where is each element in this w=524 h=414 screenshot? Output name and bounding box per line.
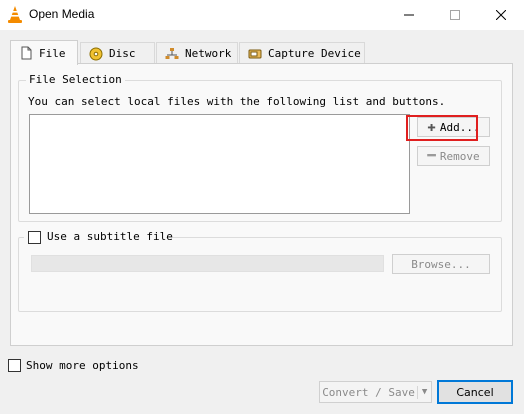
tab-disc[interactable]: Disc xyxy=(80,42,155,64)
convert-save-button[interactable]: Convert / Save ▼ xyxy=(319,381,432,403)
network-icon xyxy=(165,47,179,61)
subtitle-checkbox-label: Use a subtitle file xyxy=(47,230,173,243)
title-bar: Open Media xyxy=(0,0,524,30)
file-icon xyxy=(19,46,33,60)
capture-device-icon xyxy=(248,47,262,61)
file-selection-legend: File Selection xyxy=(26,73,125,86)
tab-file-label: File xyxy=(39,46,66,60)
maximize-button[interactable] xyxy=(432,0,478,30)
minimize-button[interactable] xyxy=(386,0,432,30)
cancel-button[interactable]: Cancel xyxy=(437,380,513,404)
convert-save-label: Convert / Save xyxy=(320,385,419,399)
chevron-down-icon[interactable]: ▼ xyxy=(418,387,431,397)
tab-file[interactable]: File xyxy=(10,40,78,65)
subtitle-path-input[interactable] xyxy=(31,255,384,272)
close-button[interactable] xyxy=(478,0,524,30)
file-selection-description: You can select local files with the foll… xyxy=(28,95,446,108)
show-more-options-checkbox[interactable] xyxy=(8,359,21,372)
tab-capture-device[interactable]: Capture Device xyxy=(239,42,365,64)
close-icon xyxy=(496,10,506,20)
minus-icon: ━ xyxy=(427,148,436,164)
remove-button-label: Remove xyxy=(439,149,480,163)
browse-button[interactable]: Browse... xyxy=(392,254,490,274)
show-more-options-label: Show more options xyxy=(26,359,139,372)
cancel-button-label: Cancel xyxy=(456,385,494,399)
minimize-icon xyxy=(404,14,414,16)
window-title: Open Media xyxy=(29,7,95,21)
tab-network-label: Network xyxy=(185,47,232,60)
remove-button[interactable]: ━ Remove xyxy=(417,146,490,166)
tab-network[interactable]: Network xyxy=(156,42,238,64)
add-button-highlight xyxy=(406,115,478,141)
tab-disc-label: Disc xyxy=(109,47,136,60)
subtitle-group xyxy=(18,237,502,312)
maximize-icon xyxy=(450,10,460,20)
tab-capture-device-label: Capture Device xyxy=(268,47,361,60)
vlc-cone-icon xyxy=(7,6,23,23)
disc-icon xyxy=(89,47,103,61)
file-list[interactable] xyxy=(29,114,410,214)
subtitle-checkbox[interactable] xyxy=(28,231,41,244)
browse-button-label: Browse... xyxy=(411,257,471,271)
